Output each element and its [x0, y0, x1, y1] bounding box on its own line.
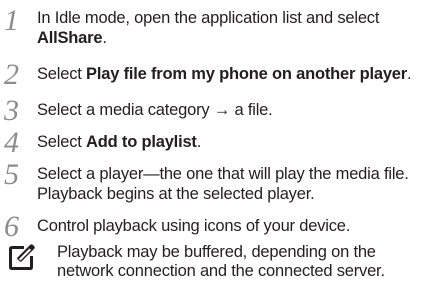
step-text-run: Playback begins at the selected player.	[37, 185, 315, 203]
step-number: 6	[4, 210, 19, 243]
step-number: 3	[4, 94, 19, 127]
step-number: 5	[4, 158, 19, 191]
step-number: 4	[4, 126, 19, 159]
step-line: Select a media category → a file.	[37, 100, 440, 120]
menu-option-allshare: AllShare	[37, 29, 103, 47]
step-text-run: In Idle mode, open the application list …	[37, 9, 380, 27]
step-line: AllShare.	[37, 28, 440, 48]
menu-option-add-to-playlist: Add to playlist	[86, 133, 197, 151]
step-text: In Idle mode, open the application list …	[37, 8, 440, 48]
step-text-run: Select a player—the one that will play t…	[37, 165, 409, 183]
note-line: network connection and the connected ser…	[57, 262, 385, 280]
step-number: 2	[4, 58, 19, 91]
step-text: Select a player—the one that will play t…	[37, 164, 440, 204]
step-text: Select a media category → a file.	[37, 100, 440, 120]
step-text-run: Select	[37, 65, 87, 83]
menu-option-play-file: Play file from my phone on another playe…	[86, 65, 408, 83]
step-line: Playback begins at the selected player.	[37, 184, 440, 204]
step-line: Select a player—the one that will play t…	[37, 164, 440, 184]
manual-page: { "steps": [ { "number": "1", "lines": […	[0, 0, 440, 284]
step-text-run: .	[196, 133, 202, 151]
step-text-run: Select a media category → a file.	[37, 101, 273, 119]
note-pencil-icon	[9, 244, 35, 270]
step-line: In Idle mode, open the application list …	[37, 8, 440, 28]
step-text-run: .	[407, 65, 412, 83]
step-number: 1	[4, 4, 19, 37]
step-text-run: .	[102, 29, 107, 47]
step-line: Control playback using icons of your dev…	[37, 216, 440, 236]
step-text: Control playback using icons of your dev…	[37, 216, 440, 236]
step-text-run: Select	[37, 133, 87, 151]
step-text: Select Play file from my phone on anothe…	[37, 64, 440, 84]
step-text: Select Add to playlist.	[37, 132, 440, 152]
step-line: Select Add to playlist.	[37, 132, 440, 152]
note-line: Playback may be buffered, depending on t…	[57, 243, 376, 261]
note-text: Playback may be buffered, depending on t…	[57, 243, 385, 281]
step-text-run: Control playback using icons of your dev…	[37, 217, 351, 235]
step-line: Select Play file from my phone on anothe…	[37, 64, 440, 84]
